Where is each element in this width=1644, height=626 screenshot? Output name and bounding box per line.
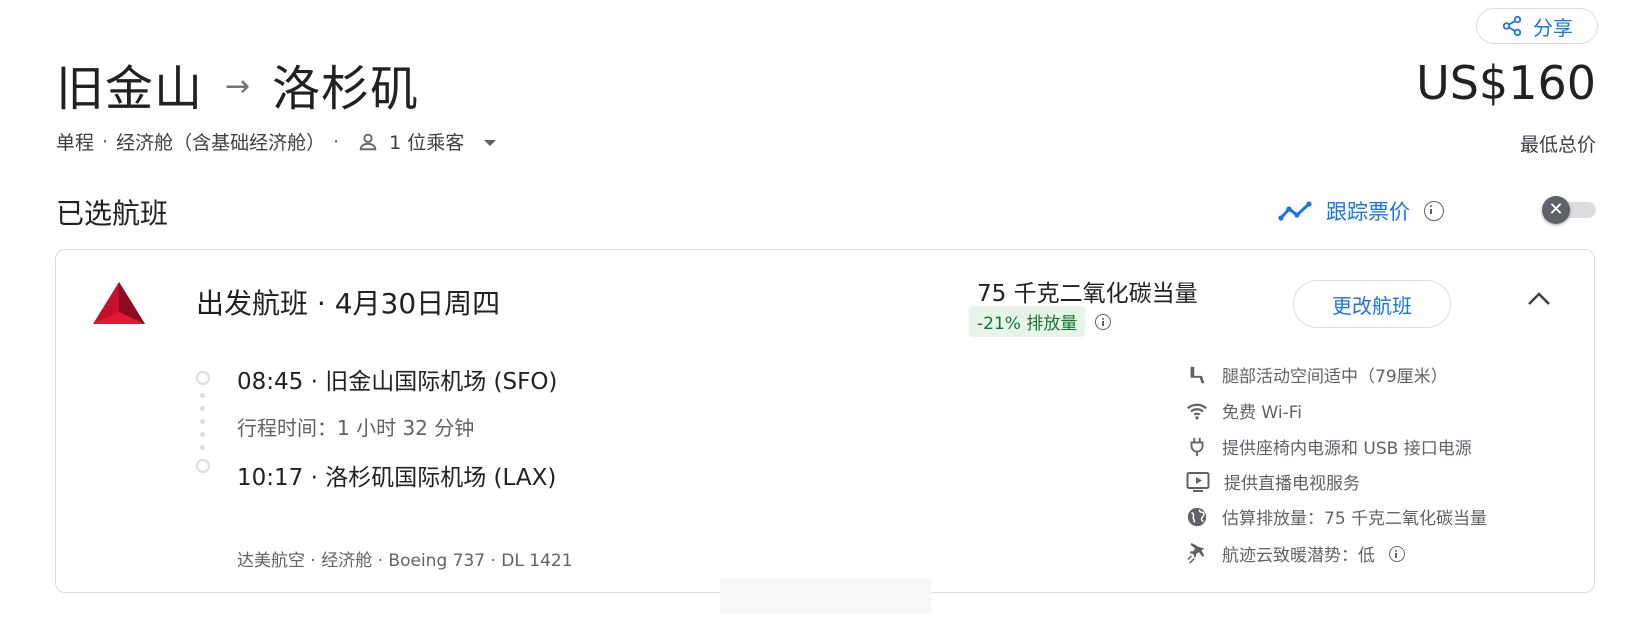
track-label: 跟踪票价 — [1326, 200, 1410, 224]
arrival-stop: 10:17 · 洛杉矶国际机场 (LAX) — [237, 465, 557, 491]
co2-emissions: 75 千克二氧化碳当量 — [977, 281, 1198, 307]
separator-dot: · — [102, 130, 109, 153]
share-label: 分享 — [1533, 15, 1573, 40]
power-plug-icon — [1190, 437, 1204, 456]
chevron-down-icon — [484, 140, 497, 146]
route-title: 旧金山 → 洛杉矶 — [56, 52, 420, 117]
trend-icon — [1278, 201, 1312, 221]
info-icon[interactable] — [1389, 545, 1405, 562]
share-icon — [1502, 15, 1522, 37]
amenity-label: 腿部活动空间适中（79厘米） — [1222, 367, 1448, 387]
passenger-selector[interactable]: 1 位乘客 — [357, 128, 497, 155]
amenity-contrail: 航迹云致暖潜势：低 — [1186, 541, 1405, 566]
globe-icon — [1187, 507, 1207, 526]
person-icon — [359, 133, 377, 150]
price-label: 最低总价 — [1519, 134, 1596, 156]
trip-type: 单程 — [56, 132, 95, 154]
amenity-label: 航迹云致暖潜势：低 — [1222, 546, 1375, 566]
amenity-label: 估算排放量：75 千克二氧化碳当量 — [1222, 509, 1488, 529]
amenity-tv: 提供直播电视服务 — [1186, 469, 1360, 494]
timeline-dot — [200, 393, 205, 398]
tv-icon — [1186, 471, 1210, 492]
separator-dot: · — [333, 130, 340, 153]
emissions-badge: -21% 排放量 — [969, 306, 1086, 337]
wifi-icon — [1187, 403, 1207, 420]
close-icon: ✕ — [1542, 196, 1570, 224]
destination-city: 洛杉矶 — [272, 61, 420, 117]
amenity-label: 免费 Wi-Fi — [1222, 403, 1302, 423]
timeline-dot — [200, 406, 205, 411]
section-title: 已选航班 — [56, 197, 169, 230]
info-icon[interactable] — [1095, 313, 1112, 330]
total-price: US$160 — [1416, 56, 1596, 110]
flight-duration: 行程时间：1 小时 32 分钟 — [237, 416, 475, 440]
seat-legroom-icon — [1190, 366, 1205, 383]
departure-node — [196, 371, 210, 385]
blurred-overlay — [720, 578, 932, 614]
co2-badge-row: -21% 排放量 — [969, 306, 1112, 337]
delta-logo — [92, 280, 146, 330]
timeline-dot — [200, 432, 205, 437]
timeline-dot — [200, 445, 205, 450]
amenity-label: 提供直播电视服务 — [1224, 474, 1360, 494]
info-icon[interactable] — [1424, 201, 1444, 221]
amenity-emissions: 估算排放量：75 千克二氧化碳当量 — [1186, 504, 1487, 529]
track-prices[interactable]: 跟踪票价 — [1278, 196, 1444, 226]
arrow-right-icon: → — [225, 68, 251, 104]
change-flight-button[interactable]: 更改航班 — [1293, 280, 1451, 328]
departure-title: 出发航班 · 4月30日周四 — [196, 287, 501, 320]
amenity-wifi: 免费 Wi-Fi — [1186, 398, 1302, 423]
amenity-power: 提供座椅内电源和 USB 接口电源 — [1186, 434, 1472, 459]
track-toggle[interactable]: ✕ — [1542, 196, 1600, 224]
origin-city: 旧金山 — [56, 61, 204, 117]
arrival-node — [196, 459, 210, 473]
chevron-up-icon[interactable] — [1526, 290, 1552, 312]
share-button[interactable]: 分享 — [1476, 8, 1598, 44]
flight-meta: 达美航空 · 经济舱 · Boeing 737 · DL 1421 — [237, 551, 573, 571]
departure-stop: 08:45 · 旧金山国际机场 (SFO) — [237, 369, 558, 395]
amenity-legroom: 腿部活动空间适中（79厘米） — [1186, 362, 1448, 387]
trip-summary: 单程 · 经济舱（含基础经济舱） · 1 位乘客 — [56, 128, 497, 155]
cabin-class: 经济舱（含基础经济舱） — [116, 132, 326, 154]
passenger-count: 1 位乘客 — [389, 132, 465, 154]
contrail-icon — [1187, 542, 1205, 564]
amenity-label: 提供座椅内电源和 USB 接口电源 — [1222, 439, 1472, 459]
timeline-dot — [200, 419, 205, 424]
